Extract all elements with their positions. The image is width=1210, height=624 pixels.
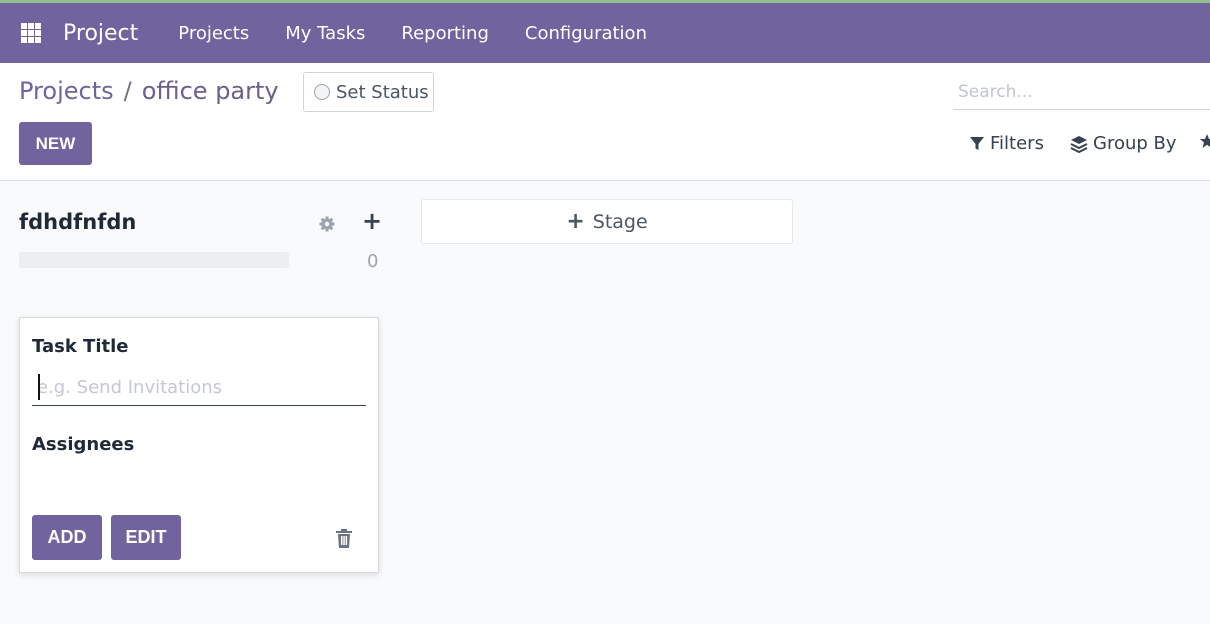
filters-label: Filters (990, 133, 1044, 154)
add-stage-button[interactable]: + Stage (421, 199, 793, 244)
star-icon (1200, 133, 1210, 149)
grid-icon[interactable] (21, 23, 41, 43)
control-panel: Projects / office party Set Status NEW F… (0, 63, 1210, 181)
trash-icon[interactable] (335, 529, 353, 548)
search-input[interactable] (953, 75, 1210, 110)
plus-icon: + (566, 209, 585, 234)
breadcrumb: Projects / office party (19, 77, 279, 105)
column-progress-bar (19, 252, 289, 268)
status-radio-icon (314, 84, 330, 100)
group-by-button[interactable]: Group By (1070, 133, 1177, 154)
set-status-label: Set Status (336, 81, 429, 103)
quick-create-card: Task Title Assignees ADD EDIT (19, 317, 379, 573)
app-brand[interactable]: Project (63, 21, 138, 46)
breadcrumb-separator: / (123, 77, 132, 105)
nav-item-configuration[interactable]: Configuration (507, 23, 665, 44)
edit-button[interactable]: EDIT (111, 515, 181, 560)
set-status-button[interactable]: Set Status (303, 72, 434, 112)
assignees-label: Assignees (32, 434, 135, 455)
nav-item-projects[interactable]: Projects (160, 23, 267, 44)
task-title-label: Task Title (32, 336, 129, 357)
filters-button[interactable]: Filters (969, 133, 1044, 154)
quick-add-plus-icon[interactable]: + (362, 209, 382, 233)
group-by-label: Group By (1093, 133, 1177, 154)
breadcrumb-current: office party (141, 77, 279, 105)
filter-icon (969, 136, 985, 152)
add-button[interactable]: ADD (32, 515, 102, 560)
text-cursor (38, 374, 40, 400)
top-navbar: Project Projects My Tasks Reporting Conf… (0, 0, 1210, 63)
nav-item-my-tasks[interactable]: My Tasks (267, 23, 383, 44)
gear-icon[interactable] (318, 215, 336, 233)
new-button[interactable]: NEW (19, 122, 92, 165)
kanban-column-title: fdhdfnfdn (19, 210, 137, 234)
layers-icon (1070, 135, 1088, 153)
add-stage-label: Stage (592, 210, 648, 233)
task-title-input[interactable] (32, 370, 366, 406)
column-count: 0 (367, 251, 379, 272)
nav-item-reporting[interactable]: Reporting (383, 23, 507, 44)
breadcrumb-projects-link[interactable]: Projects (19, 77, 114, 105)
favorites-button[interactable] (1200, 133, 1210, 149)
